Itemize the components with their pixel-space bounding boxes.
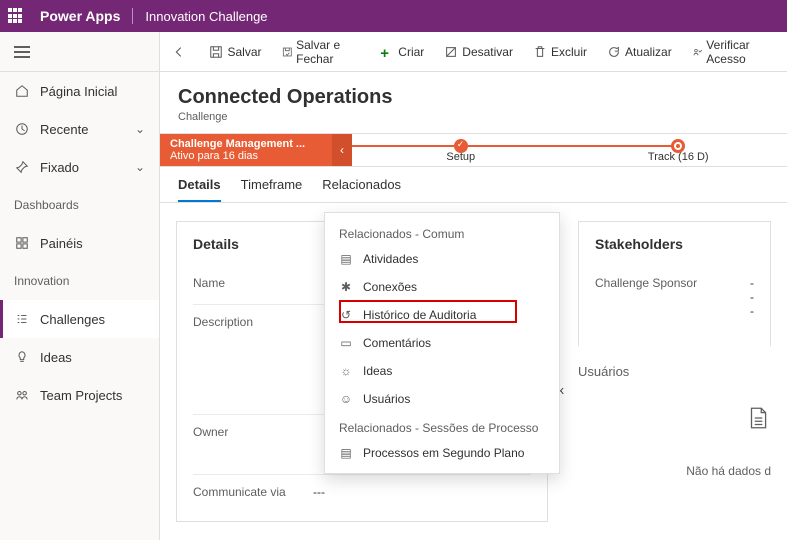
sidebar-toggle[interactable] [0, 32, 159, 72]
menu-item-users[interactable]: ☺Usuários [325, 385, 559, 413]
process-stage-bar: Challenge Management ... Ativo para 16 d… [160, 133, 787, 167]
page-header: Connected Operations Challenge [160, 72, 787, 133]
tab-details[interactable]: Details [178, 177, 221, 202]
sidebar-item-label: Painéis [40, 236, 83, 251]
menu-section-process: Relacionados - Sessões de Processo [325, 413, 559, 439]
sidebar-item-team-projects[interactable]: Team Projects [0, 376, 159, 414]
chevron-down-icon: ⌄ [135, 122, 145, 136]
cmd-save[interactable]: Salvar [201, 38, 269, 66]
home-icon [14, 83, 30, 99]
plus-icon: + [380, 45, 394, 59]
sidebar-item-dashboards[interactable]: Painéis [0, 224, 159, 262]
page-title: Connected Operations [178, 86, 769, 109]
idea-icon: ☼ [339, 364, 353, 378]
team-icon [14, 387, 30, 403]
sidebar-group-dashboards: Dashboards [0, 186, 159, 224]
sidebar-item-pinned[interactable]: Fixado ⌄ [0, 148, 159, 186]
document-icon [745, 405, 771, 431]
global-top-bar: Power Apps Innovation Challenge [0, 0, 787, 32]
history-icon: ↺ [339, 308, 353, 322]
app-name: Innovation Challenge [145, 9, 267, 24]
cmd-new[interactable]: + Criar [372, 38, 432, 66]
stage-done-icon [454, 139, 468, 153]
stage-track[interactable]: Track (16 D) [570, 134, 787, 166]
topbar-divider [132, 8, 133, 24]
cmd-check-access[interactable]: Verificar Acesso [684, 38, 779, 66]
menu-item-connections[interactable]: ✱Conexões [325, 273, 559, 301]
pin-icon [14, 159, 30, 175]
process-icon: ▤ [339, 446, 353, 460]
stage-active-icon [671, 139, 685, 153]
cmd-save-close[interactable]: Salvar e Fechar [274, 38, 369, 66]
lightbulb-icon [14, 349, 30, 365]
list-icon [14, 311, 30, 327]
menu-item-audit-history[interactable]: ↺Histórico de Auditoria [325, 301, 559, 329]
page-subtitle: Challenge [178, 111, 769, 123]
process-collapse-button[interactable]: ‹ [332, 134, 352, 166]
sidebar-item-label: Página Inicial [40, 84, 117, 99]
tab-timeframe[interactable]: Timeframe [241, 177, 303, 202]
app-launcher-icon[interactable] [8, 8, 24, 24]
chevron-down-icon: ⌄ [135, 160, 145, 174]
sidebar-item-label: Fixado [40, 160, 79, 175]
sidebar-item-recent[interactable]: Recente ⌄ [0, 110, 159, 148]
stage-setup[interactable]: Setup [352, 134, 570, 166]
left-sidebar: Página Inicial Recente ⌄ Fixado ⌄ Dashbo… [0, 32, 160, 540]
menu-item-background-processes[interactable]: ▤Processos em Segundo Plano [325, 439, 559, 467]
tab-related[interactable]: Relacionados [322, 177, 401, 202]
command-bar: Salvar Salvar e Fechar + Criar Desativar… [160, 32, 787, 72]
sidebar-item-home[interactable]: Página Inicial [0, 72, 159, 110]
clock-icon [14, 121, 30, 137]
connection-icon: ✱ [339, 280, 353, 294]
field-sponsor[interactable]: Challenge Sponsor --- [595, 266, 754, 332]
sidebar-item-label: Challenges [40, 312, 105, 327]
activity-icon: ▤ [339, 252, 353, 266]
stakeholders-panel: Stakeholders Challenge Sponsor --- Usuár… [578, 221, 771, 522]
menu-section-common: Relacionados - Comum [325, 219, 559, 245]
field-communicate[interactable]: Communicate via --- [193, 474, 531, 513]
dashboard-icon [14, 235, 30, 251]
menu-item-ideas[interactable]: ☼Ideas [325, 357, 559, 385]
sidebar-item-label: Ideas [40, 350, 72, 365]
cmd-delete[interactable]: Excluir [525, 38, 595, 66]
related-dropdown: Relacionados - Comum ▤Atividades ✱Conexõ… [324, 212, 560, 474]
users-header: Usuários [578, 364, 771, 379]
process-current-stage[interactable]: Challenge Management ... Ativo para 16 d… [160, 134, 332, 166]
product-name: Power Apps [40, 8, 120, 24]
cmd-deactivate[interactable]: Desativar [436, 38, 521, 66]
tabs: Details Timeframe Relacionados [160, 167, 787, 203]
sidebar-item-label: Team Projects [40, 388, 122, 403]
back-button[interactable] [168, 38, 189, 66]
sidebar-item-ideas[interactable]: Ideas [0, 338, 159, 376]
sidebar-item-label: Recente [40, 122, 88, 137]
no-data-text: Não há dados d [578, 464, 771, 478]
sidebar-group-innovation: Innovation [0, 262, 159, 300]
sidebar-item-challenges[interactable]: Challenges [0, 300, 159, 338]
menu-item-comments[interactable]: ▭Comentários [325, 329, 559, 357]
stakeholders-header: Stakeholders [595, 236, 754, 252]
cmd-refresh[interactable]: Atualizar [599, 38, 680, 66]
menu-item-activities[interactable]: ▤Atividades [325, 245, 559, 273]
comment-icon: ▭ [339, 336, 353, 350]
user-icon: ☺ [339, 392, 353, 406]
